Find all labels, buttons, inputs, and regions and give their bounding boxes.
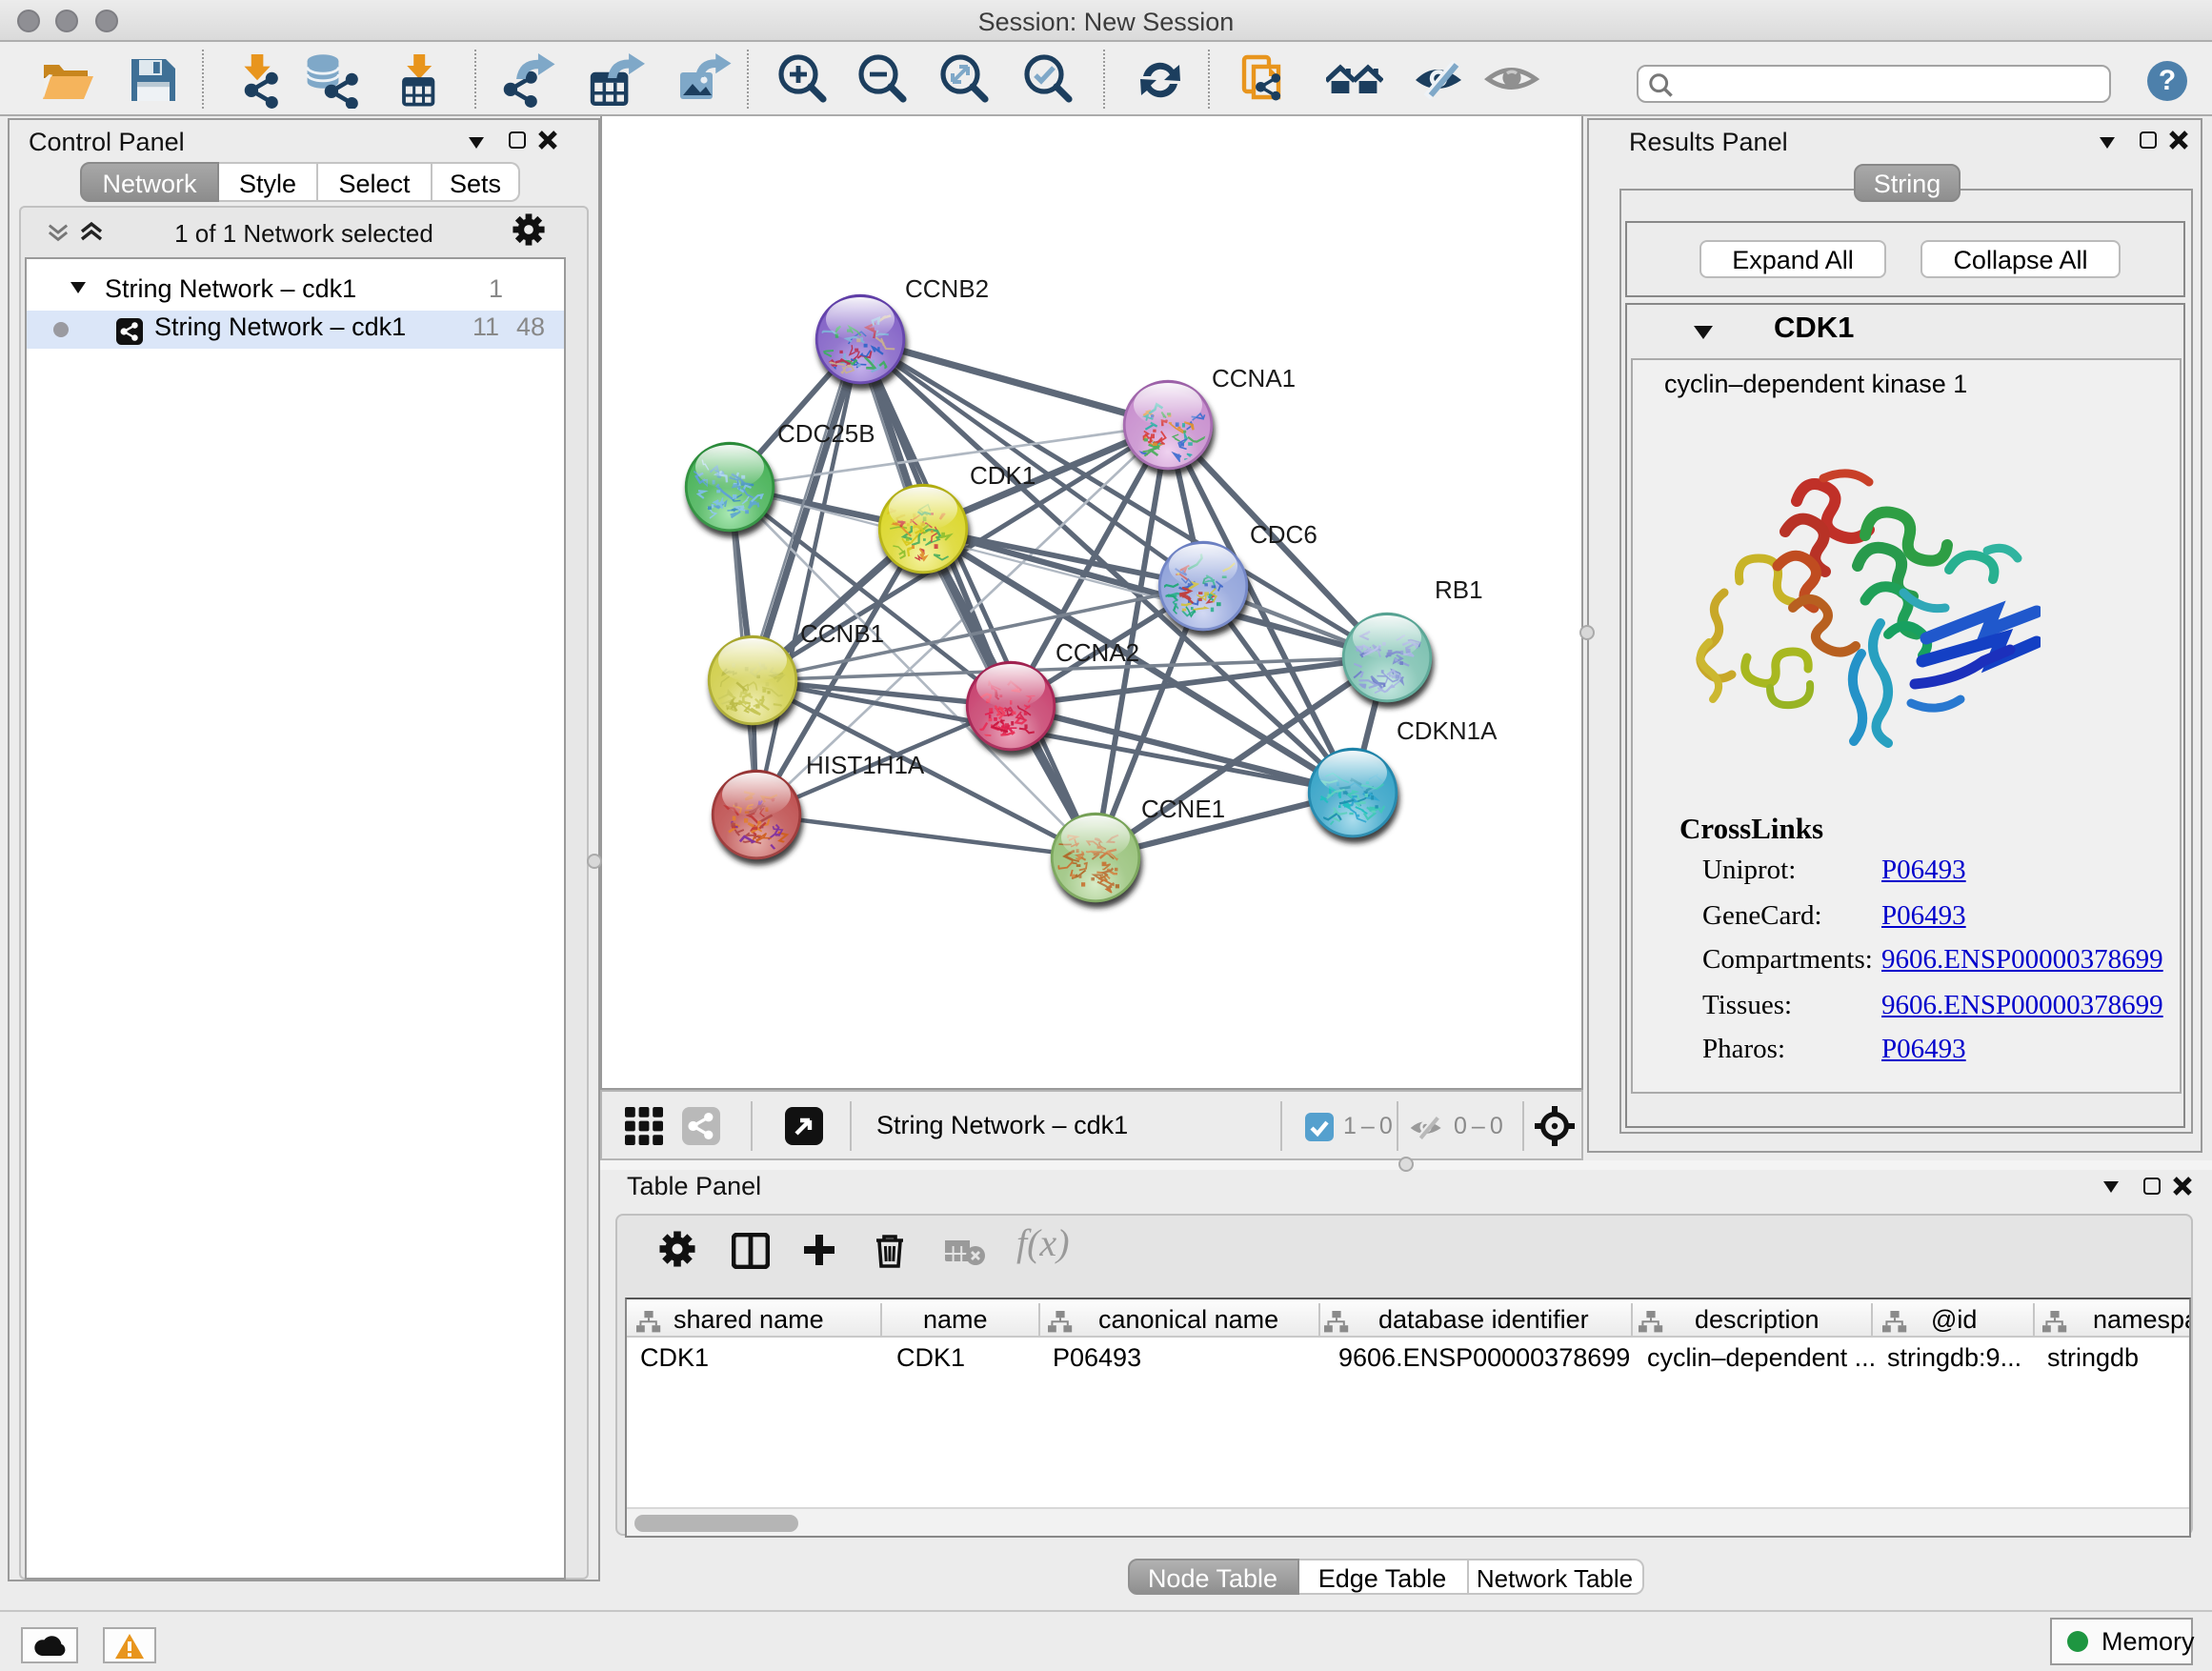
- svg-text:CDC25B: CDC25B: [777, 419, 875, 448]
- svg-text:HIST1H1A: HIST1H1A: [806, 751, 925, 779]
- svg-text:RB1: RB1: [1435, 575, 1483, 604]
- svg-text:CCNA1: CCNA1: [1212, 364, 1296, 393]
- svg-text:CDC6: CDC6: [1250, 520, 1317, 549]
- svg-text:CCNB1: CCNB1: [800, 619, 884, 648]
- svg-text:CCNE1: CCNE1: [1141, 795, 1225, 823]
- svg-text:CCNA2: CCNA2: [1056, 638, 1139, 667]
- svg-text:CDK1: CDK1: [970, 461, 1036, 490]
- svg-text:CCNB2: CCNB2: [905, 274, 989, 303]
- svg-text:CDKN1A: CDKN1A: [1397, 716, 1498, 745]
